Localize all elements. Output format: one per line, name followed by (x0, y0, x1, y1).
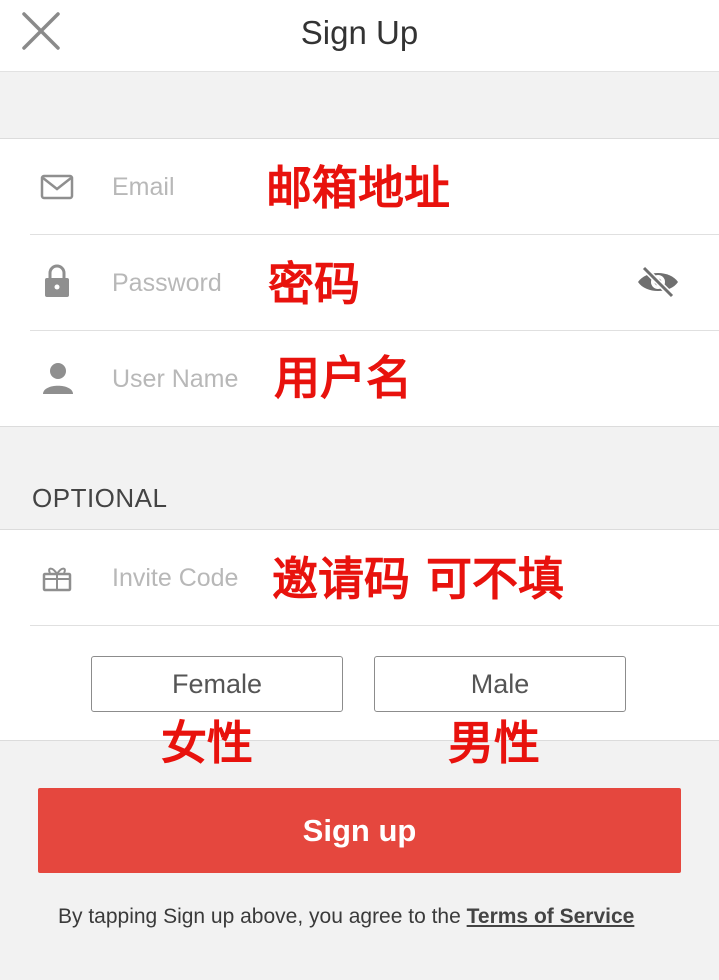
email-annotation: 邮箱地址 (266, 161, 450, 215)
password-annotation: 密码 (268, 257, 360, 311)
invite-row: 邀请码 可不填 (0, 530, 719, 625)
username-annotation: 用户名 (274, 351, 412, 405)
invite-code-field[interactable] (112, 558, 260, 598)
password-row: 密码 (0, 235, 719, 330)
gift-icon (42, 567, 72, 592)
header-bar: Sign Up (0, 0, 719, 72)
male-button[interactable]: Male (374, 656, 626, 712)
user-icon (43, 363, 73, 394)
email-row: 邮箱地址 (0, 139, 719, 234)
female-button[interactable]: Female (91, 656, 343, 712)
invite-annotation: 邀请码 可不填 (272, 552, 565, 606)
account-fields-section: 邮箱地址 密码 用户名 (0, 138, 719, 427)
email-field[interactable] (112, 167, 262, 207)
eye-off-icon[interactable] (636, 265, 680, 299)
password-field[interactable] (112, 263, 242, 303)
lock-icon (45, 264, 69, 297)
divider (30, 625, 719, 626)
username-field[interactable] (112, 359, 262, 399)
terms-of-service-link[interactable]: Terms of Service (467, 905, 635, 928)
male-annotation: 男性 (448, 716, 540, 770)
mail-icon (40, 174, 74, 200)
optional-section-label: OPTIONAL (32, 483, 168, 513)
female-annotation: 女性 (161, 716, 253, 770)
page-title: Sign Up (300, 14, 419, 51)
signup-button[interactable]: Sign up (38, 788, 681, 873)
terms-prefix: By tapping Sign up above, you agree to t… (58, 905, 467, 928)
username-row: 用户名 (0, 331, 719, 426)
terms-text: By tapping Sign up above, you agree to t… (58, 898, 658, 936)
